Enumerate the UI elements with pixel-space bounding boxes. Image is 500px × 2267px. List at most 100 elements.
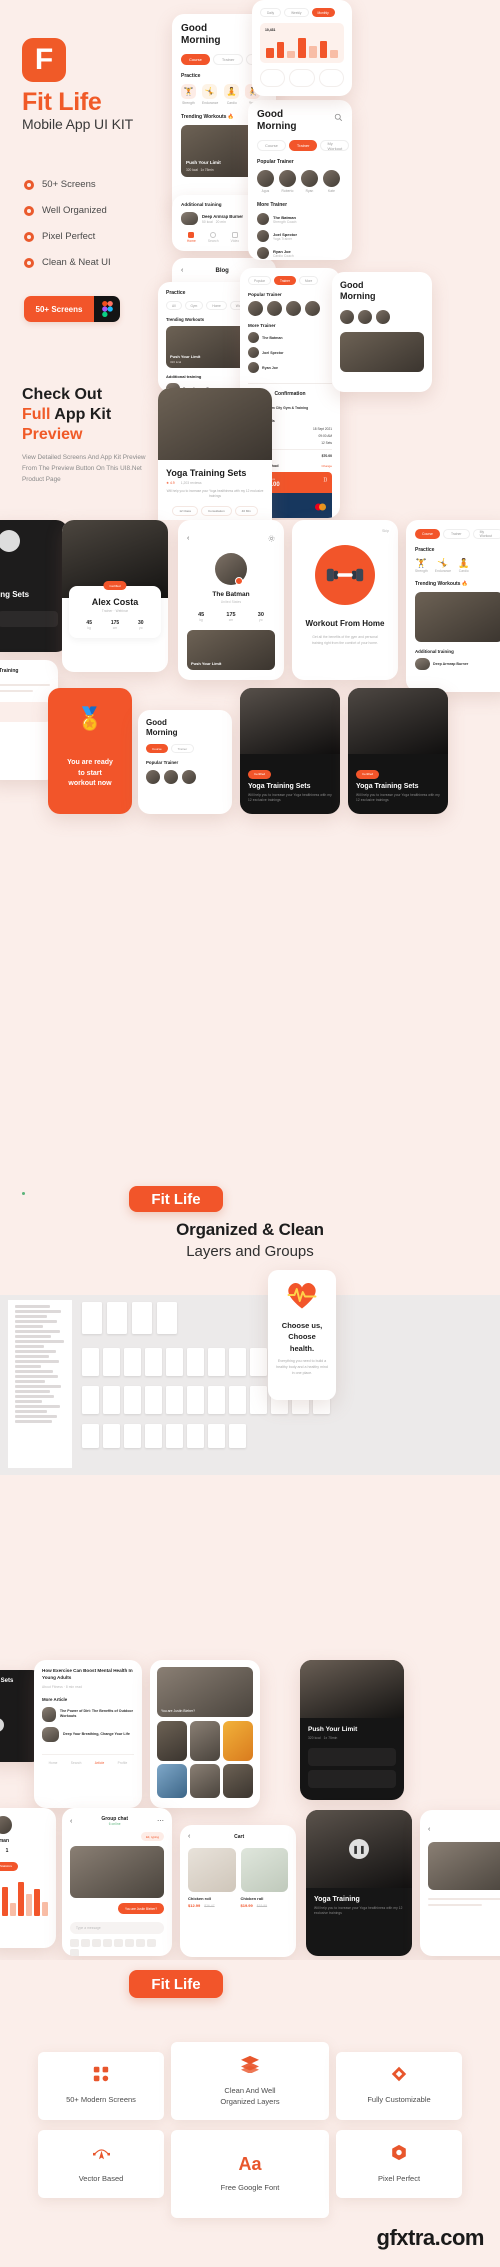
article-item[interactable]: Deep Your Breathing, Change Your Life — [42, 1726, 134, 1742]
cart-item-name: Chicken roll — [240, 1896, 264, 1901]
home-icon — [188, 232, 195, 238]
nav-video[interactable]: Video — [231, 232, 240, 243]
tab-my-workout[interactable]: My Workout — [472, 529, 500, 539]
bottom-section: Fit Life 50+ Modern Screens Clean And We… — [0, 1960, 500, 2267]
screen-right-sliver[interactable]: ‹ — [420, 1810, 500, 1956]
screen-profile-alex[interactable]: Certified Alex Costa Trainer · Webinar 4… — [62, 520, 168, 672]
nav-label[interactable]: Search — [71, 1761, 82, 1765]
screen-profile-batman[interactable]: ‹ The Batman United States 45 kg 175 cm … — [178, 520, 284, 680]
trainer-name: Ryan — [305, 189, 314, 194]
yoga-title: Yoga Training Sets — [248, 782, 311, 790]
feature-card-layers[interactable]: Clean And Well Organized Layers — [171, 2042, 329, 2120]
trending-card[interactable]: Push Your Limit 320 kcal — [166, 326, 250, 368]
nav-home[interactable]: Home — [187, 232, 196, 243]
chat-message: You are Justin Bieber? — [118, 1903, 164, 1914]
popular-trainer[interactable]: Kate — [323, 170, 340, 193]
profile-meta: Trainer · Webinar — [101, 609, 129, 613]
tab-trainer[interactable]: Trainer — [170, 744, 195, 754]
avatar[interactable] — [248, 301, 263, 316]
nav-label[interactable]: Home — [49, 1761, 58, 1765]
statistics-chart: 10,431 — [260, 23, 344, 63]
more-article-label: More Article — [42, 1696, 68, 1702]
popular-trainer[interactable]: Agus — [257, 170, 274, 193]
trending-title: Push Your Limit — [170, 354, 201, 359]
screen-photo-grid[interactable]: You are Justin Bieber? — [150, 1660, 260, 1808]
practice-item[interactable]: 🏋 Strength — [181, 84, 196, 105]
chat-image[interactable] — [70, 1846, 164, 1898]
feature-card-pixel[interactable]: Pixel Perfect — [336, 2130, 462, 2198]
figma-layers-sidebar[interactable] — [8, 1300, 72, 1468]
screen-ready[interactable]: 🏅 You are ready to start workout now — [48, 688, 132, 814]
screen-dark-sliver[interactable]: ing Sets — [0, 520, 68, 652]
search-icon — [210, 232, 217, 238]
tab-course[interactable]: Course — [415, 529, 440, 539]
screen-group-chat[interactable]: ‹ Group chat 6 online ⋯ Eli, typing You … — [62, 1808, 172, 1956]
avatar[interactable] — [286, 301, 301, 316]
screen-push-your-limit[interactable]: Push Your Limit 320 kcal 1x 75min — [300, 1660, 404, 1800]
feature-card-screens[interactable]: 50+ Modern Screens — [38, 2052, 164, 2120]
tab-trainer[interactable]: Trainer — [442, 529, 470, 539]
menu-icon[interactable]: ⋯ — [157, 1817, 164, 1825]
screen-yoga-training-dark[interactable]: ❚❚ Yoga Training Will help you to increa… — [306, 1810, 412, 1956]
yoga-chip[interactable]: Consultation — [200, 505, 232, 516]
screen-good-morning-sliver[interactable]: Good Morning — [332, 272, 432, 392]
tab-course[interactable]: Course — [146, 744, 168, 754]
screen-yoga-dark-1[interactable]: Certified Yoga Training Sets Will help y… — [240, 688, 340, 814]
cart-item-name: Chicken roll — [188, 1896, 211, 1901]
avatar[interactable] — [267, 301, 282, 316]
trainer-row[interactable]: Ryan Joe Cardio Coach — [257, 247, 343, 260]
cart-item-old-price: $19.99 — [256, 1903, 268, 1908]
nav-label[interactable]: Profile — [118, 1761, 128, 1765]
screen-trainer[interactable]: Good Morning Course Trainer My Workout P… — [248, 100, 352, 260]
search-icon[interactable] — [334, 109, 343, 127]
screen-cart[interactable]: ‹ Cart Chicken roll $12.99 $26.47 Chicke… — [180, 1825, 296, 1957]
choose-us-card[interactable]: Choose us, Choose health. Everything you… — [268, 1270, 336, 1400]
popular-trainer[interactable]: Ryan — [301, 170, 318, 193]
feature-card-customizable[interactable]: Fully Customizable — [336, 2052, 462, 2120]
bottom-nav[interactable]: Home Search Article Profile — [42, 1753, 134, 1765]
tab-course[interactable]: Course — [181, 54, 210, 66]
feature-card-label: Fully Customizable — [367, 2095, 431, 2105]
screen-good-morning-small[interactable]: Good Morning Course Trainer Popular Trai… — [138, 710, 232, 814]
feature-card-vector[interactable]: Vector Based — [38, 2130, 164, 2198]
settings-icon[interactable] — [268, 529, 275, 547]
section-practice: Practice — [166, 290, 186, 296]
article-item[interactable]: The Power of Dirt: The Benefits of Outdo… — [42, 1706, 134, 1722]
chat-input[interactable]: Type a message — [70, 1922, 164, 1934]
feature-card-font[interactable]: Aa Free Google Font — [171, 2130, 329, 2218]
yoga-chip[interactable]: 40 Min — [234, 505, 258, 516]
tab-trainer[interactable]: Trainer — [212, 54, 244, 66]
tab-course[interactable]: Course — [257, 140, 286, 152]
screen-practice-right[interactable]: Course Trainer My Workout Practice 🏋 Stre… — [406, 520, 500, 692]
screen-article[interactable]: How Exercise Can Boost Mental Health In … — [34, 1660, 142, 1808]
section-popular-trainer: Popular Trainer — [248, 292, 282, 297]
yoga-chip[interactable]: 12 Class — [172, 505, 198, 516]
cardio-icon: 🧘 — [224, 84, 240, 100]
screen-statistics-left[interactable]: otman 20 1 Statistics — [0, 1808, 56, 1948]
nav-label[interactable]: Article — [95, 1761, 105, 1765]
back-icon[interactable]: ‹ — [187, 535, 189, 542]
feature-card-label: 50+ Modern Screens — [66, 2095, 136, 2105]
tab-my-workout[interactable]: My Workout — [320, 140, 350, 152]
tab-trainer[interactable]: Trainer — [288, 140, 318, 152]
certified-badge: Certified — [103, 581, 127, 590]
keyboard[interactable] — [70, 1939, 164, 1956]
screen-yoga-dark-2[interactable]: Certified Yoga Training Sets Will help y… — [348, 688, 448, 814]
logo-letter: F — [34, 43, 54, 76]
trainer-row[interactable]: Joel Spector Yoga Trainer — [257, 230, 343, 243]
trainer-row[interactable]: The Batman Strength Coach — [257, 213, 343, 226]
screen-workout-from-home[interactable]: Skip Workout From Home Get all the benef… — [292, 520, 398, 680]
profile-stat: 45 kg — [86, 620, 92, 630]
avatar[interactable] — [305, 301, 320, 316]
practice-item[interactable]: 🧘 Cardio — [224, 84, 240, 105]
skip-link[interactable]: Skip — [301, 529, 389, 533]
practice-item[interactable]: 🤸 Endurance — [202, 84, 218, 105]
screens-cta-button[interactable]: 50+ Screens — [24, 296, 120, 322]
screen-statistics[interactable]: Daily Weekly Monthly 10,431 — [252, 0, 352, 96]
cart-item-old-price: $26.47 — [204, 1903, 215, 1908]
pause-icon[interactable]: ❚❚ — [349, 1839, 369, 1859]
popular-trainer[interactable]: Roberto — [279, 170, 296, 193]
trainer-greeting-line2: Morning — [257, 121, 297, 133]
change-link[interactable]: Change — [321, 464, 332, 468]
nav-search[interactable]: Search — [208, 232, 219, 243]
